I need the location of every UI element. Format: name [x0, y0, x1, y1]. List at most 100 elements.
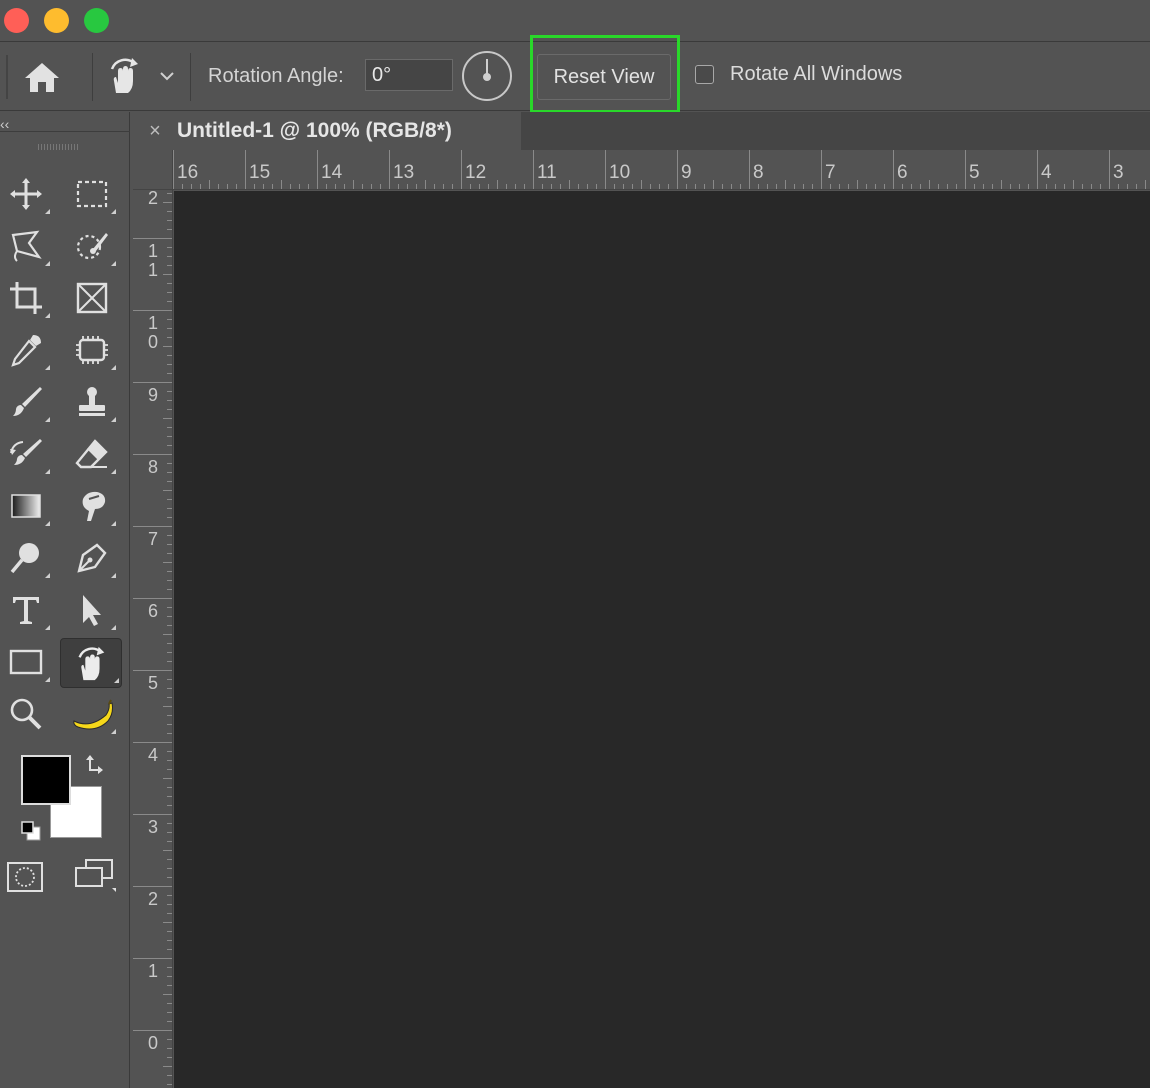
quick-selection-tool[interactable] — [66, 222, 118, 270]
type-icon — [13, 597, 39, 624]
eyedropper-tool[interactable] — [0, 326, 52, 374]
banana-tool[interactable] — [66, 690, 118, 738]
chevron-down-icon[interactable] — [158, 69, 176, 83]
eraser-tool[interactable] — [66, 430, 118, 478]
ruler-origin[interactable] — [133, 150, 173, 190]
ruler-minor-tick — [380, 184, 381, 189]
ruler-minor-tick — [785, 180, 786, 189]
options-bar-grip[interactable] — [6, 55, 8, 99]
horizontal-ruler[interactable]: 16 15 14 13 12 11 10 9 8 7 6 5 4 3 — [173, 150, 1150, 190]
brush-icon — [13, 387, 42, 416]
rotation-angle-label: Rotation Angle: — [208, 65, 344, 87]
rotation-angle-dial[interactable] — [462, 51, 512, 101]
quick-mask-icon[interactable] — [6, 860, 46, 894]
ruler-minor-tick — [167, 580, 172, 581]
close-tab-icon[interactable]: × — [133, 120, 177, 143]
dodge-tool[interactable] — [0, 534, 52, 582]
zoom-window-button[interactable] — [84, 8, 109, 33]
ruler-label: 6 — [147, 601, 158, 621]
ruler-minor-tick — [812, 184, 813, 189]
ruler-minor-tick — [1019, 184, 1020, 189]
path-selection-tool[interactable] — [66, 586, 118, 634]
ruler-minor-tick — [1055, 184, 1056, 189]
ruler-minor-tick — [167, 652, 172, 653]
separator — [92, 53, 93, 101]
ruler-major-tick — [133, 598, 172, 599]
rotate-all-windows-option[interactable]: Rotate All Windows — [695, 63, 902, 86]
ruler-minor-tick — [1001, 180, 1002, 189]
ruler-minor-tick — [167, 688, 172, 689]
spot-healing-tool[interactable] — [66, 326, 118, 374]
dial-center — [483, 73, 491, 81]
ruler-minor-tick — [857, 180, 858, 189]
foreground-color-swatch[interactable] — [21, 755, 71, 805]
ruler-minor-tick — [776, 184, 777, 189]
rotate-all-windows-checkbox[interactable] — [695, 65, 714, 84]
ruler-label: 3 — [1113, 162, 1124, 183]
frame-tool[interactable] — [66, 274, 118, 322]
history-brush-tool[interactable] — [0, 430, 52, 478]
ruler-minor-tick — [1064, 184, 1065, 189]
move-tool[interactable] — [0, 170, 52, 218]
brush-tool[interactable] — [0, 378, 52, 426]
ruler-major-tick — [133, 382, 172, 383]
smudge-icon — [82, 491, 106, 521]
ruler-minor-tick — [596, 184, 597, 189]
smudge-tool[interactable] — [66, 482, 118, 530]
move-icon — [10, 178, 42, 210]
ruler-minor-tick — [497, 180, 498, 189]
screen-mode-icon[interactable] — [72, 858, 118, 894]
default-colors-icon[interactable] — [20, 820, 42, 842]
vertical-ruler[interactable]: 1211109876543210 — [133, 190, 173, 1088]
crop-tool[interactable] — [0, 274, 52, 322]
ruler-label: 11 — [147, 241, 158, 280]
ruler-minor-tick — [407, 184, 408, 189]
tool-preset-picker[interactable] — [104, 55, 144, 95]
ruler-minor-tick — [167, 976, 172, 977]
ruler-minor-tick — [740, 184, 741, 189]
ruler-minor-tick — [830, 184, 831, 189]
ruler-minor-tick — [1010, 184, 1011, 189]
gradient-tool[interactable] — [0, 482, 52, 530]
ruler-minor-tick — [704, 184, 705, 189]
ruler-minor-tick — [686, 184, 687, 189]
ruler-minor-tick — [353, 180, 354, 189]
ruler-label: 10 — [609, 162, 631, 183]
ruler-minor-tick — [1073, 180, 1074, 189]
clone-stamp-tool[interactable] — [66, 378, 118, 426]
minimize-window-button[interactable] — [44, 8, 69, 33]
home-button[interactable] — [22, 59, 62, 95]
panel-grip[interactable] — [38, 144, 78, 150]
rotate-view-tool[interactable] — [60, 638, 122, 688]
ruler-minor-tick — [167, 589, 172, 590]
ruler-minor-tick — [167, 643, 172, 644]
document-tab[interactable]: × Untitled-1 @ 100% (RGB/8*) — [133, 112, 521, 150]
crop-icon — [10, 282, 42, 314]
ruler-minor-tick — [731, 184, 732, 189]
rotation-angle-input[interactable] — [365, 59, 453, 91]
ruler-minor-tick — [167, 940, 172, 941]
collapse-panel-icon[interactable]: ‹‹ — [0, 116, 9, 132]
ruler-minor-tick — [163, 634, 172, 635]
document-canvas[interactable] — [174, 191, 1150, 1088]
reset-view-button[interactable]: Reset View — [537, 54, 671, 100]
rectangle-tool[interactable] — [0, 638, 52, 686]
ruler-label: 5 — [147, 673, 158, 693]
lasso-tool[interactable] — [0, 222, 52, 270]
ruler-minor-tick — [167, 949, 172, 950]
marquee-tool[interactable] — [66, 170, 118, 218]
pen-tool[interactable] — [66, 534, 118, 582]
ruler-minor-tick — [803, 184, 804, 189]
swap-colors-icon[interactable] — [84, 752, 108, 776]
type-tool[interactable] — [0, 586, 52, 634]
close-window-button[interactable] — [4, 8, 29, 33]
ruler-minor-tick — [167, 733, 172, 734]
panel-header: ‹‹ — [0, 112, 130, 132]
banana-icon — [73, 699, 113, 730]
ruler-minor-tick — [167, 463, 172, 464]
ruler-major-tick — [1109, 150, 1110, 189]
ruler-minor-tick — [167, 760, 172, 761]
ruler-minor-tick — [398, 184, 399, 189]
zoom-tool[interactable] — [0, 690, 52, 738]
ruler-minor-tick — [992, 184, 993, 189]
